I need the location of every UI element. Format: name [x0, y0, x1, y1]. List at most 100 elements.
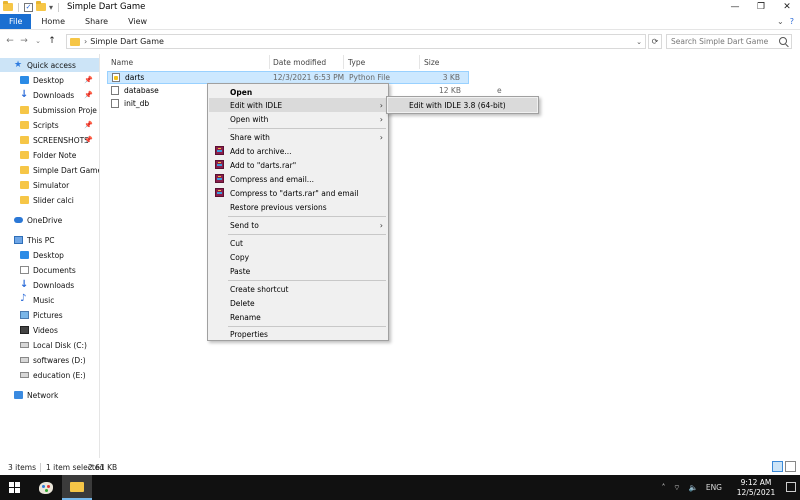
taskbar-app-file-explorer[interactable] — [62, 475, 92, 500]
menu-item-open-with[interactable]: Open with › — [209, 112, 388, 126]
column-divider[interactable] — [269, 55, 270, 69]
nav-network[interactable]: Network — [0, 388, 99, 402]
network-status-icon[interactable]: ⌔ — [673, 483, 680, 493]
menu-item-add-to-archive[interactable]: Add to archive... — [209, 144, 388, 158]
nav-item-submission-project[interactable]: Submission Proje — [0, 103, 99, 117]
nav-pc-downloads[interactable]: Downloads — [0, 278, 99, 292]
menu-item-compress-rar-and-email[interactable]: Compress to "darts.rar" and email — [209, 186, 388, 200]
menu-item-restore-previous-versions[interactable]: Restore previous versions — [209, 200, 388, 214]
menu-item-edit-with-idle[interactable]: Edit with IDLE › — [209, 98, 388, 112]
menu-label: Compress to "darts.rar" and email — [230, 188, 359, 198]
menu-item-properties[interactable]: Properties — [209, 327, 388, 341]
submenu-item-idle-3-8[interactable]: Edit with IDLE 3.8 (64-bit) — [388, 98, 537, 112]
clock-date: 12/5/2021 — [736, 487, 776, 497]
breadcrumb-chevron-icon[interactable]: › — [84, 37, 87, 46]
address-bar[interactable]: › Simple Dart Game ⌄ — [66, 34, 646, 49]
nav-item-desktop[interactable]: Desktop 📌 — [0, 73, 99, 87]
nav-this-pc[interactable]: This PC — [0, 233, 99, 247]
start-button[interactable] — [0, 475, 28, 500]
address-dropdown-icon[interactable]: ⌄ — [636, 38, 642, 46]
menu-label: Edit with IDLE — [230, 100, 283, 110]
minimize-button[interactable]: — — [722, 0, 748, 14]
new-folder-quick-icon[interactable] — [36, 1, 46, 11]
column-header-type[interactable]: Type — [348, 55, 365, 69]
nav-label: Folder Note — [33, 150, 77, 160]
menu-item-cut[interactable]: Cut — [209, 236, 388, 250]
nav-item-simulator[interactable]: Simulator — [0, 178, 99, 192]
column-header-date[interactable]: Date modified — [273, 55, 326, 69]
menu-item-share-with[interactable]: Share with › — [209, 130, 388, 144]
drive-icon — [20, 372, 29, 378]
forward-button[interactable]: → — [17, 36, 31, 46]
menu-item-rename[interactable]: Rename — [209, 310, 388, 324]
tab-file[interactable]: File — [0, 14, 32, 29]
maximize-button[interactable]: ❐ — [748, 0, 774, 14]
recent-locations-button[interactable]: ⌄ — [31, 37, 45, 45]
nav-item-scripts[interactable]: Scripts 📌 — [0, 118, 99, 132]
volume-icon[interactable]: 🔈 — [688, 483, 697, 492]
menu-item-open[interactable]: Open — [209, 85, 388, 99]
expand-ribbon-icon[interactable]: ⌄ — [777, 17, 784, 26]
notifications-icon[interactable] — [786, 482, 796, 492]
tab-view[interactable]: View — [118, 14, 157, 29]
tab-home[interactable]: Home — [31, 14, 75, 29]
close-button[interactable]: ✕ — [774, 0, 800, 14]
tab-share[interactable]: Share — [75, 14, 118, 29]
menu-item-compress-and-email[interactable]: Compress and email... — [209, 172, 388, 186]
column-header-size[interactable]: Size — [424, 55, 439, 69]
nav-pc-local-disk-c[interactable]: Local Disk (C:) — [0, 338, 99, 352]
nav-pc-softwares-d[interactable]: softwares (D:) — [0, 353, 99, 367]
nav-label: Downloads — [33, 90, 75, 100]
search-input[interactable]: Search Simple Dart Game — [666, 34, 792, 49]
menu-separator — [228, 280, 386, 281]
customize-quick-access-icon[interactable]: ▾ — [49, 3, 53, 12]
menu-item-add-to-darts-rar[interactable]: Add to "darts.rar" — [209, 158, 388, 172]
nav-item-screenshots[interactable]: SCREENSHOTS 📌 — [0, 133, 99, 147]
nav-pc-documents[interactable]: Documents — [0, 263, 99, 277]
large-icons-view-button[interactable] — [785, 461, 796, 472]
menu-label: Cut — [230, 238, 243, 248]
properties-quick-icon[interactable]: ✓ — [24, 2, 33, 12]
up-button[interactable]: ↑ — [45, 36, 59, 46]
nav-quick-access[interactable]: ★ Quick access — [0, 58, 99, 72]
show-hidden-icons-icon[interactable]: ˄ — [662, 483, 666, 492]
column-divider[interactable] — [343, 55, 344, 69]
menu-item-delete[interactable]: Delete — [209, 296, 388, 310]
language-indicator[interactable]: ENG — [706, 483, 722, 492]
nav-label: Downloads — [33, 280, 75, 290]
nav-pc-education-e[interactable]: education (E:) — [0, 368, 99, 382]
nav-label: Music — [33, 295, 55, 305]
nav-label: OneDrive — [27, 215, 63, 225]
nav-item-folder-note[interactable]: Folder Note — [0, 148, 99, 162]
details-view-button[interactable] — [772, 461, 783, 472]
nav-label: Submission Proje — [33, 105, 97, 115]
menu-item-create-shortcut[interactable]: Create shortcut — [209, 282, 388, 296]
nav-item-simple-dart-game[interactable]: Simple Dart Game — [0, 163, 99, 177]
downloads-icon — [20, 89, 29, 100]
refresh-button[interactable]: ⟳ — [648, 34, 662, 49]
winrar-icon — [215, 160, 224, 169]
nav-item-downloads[interactable]: Downloads 📌 — [0, 88, 99, 102]
winrar-icon — [215, 174, 224, 183]
nav-pc-music[interactable]: Music — [0, 293, 99, 307]
menu-item-send-to[interactable]: Send to › — [209, 218, 388, 232]
nav-label: Slider calci — [33, 195, 74, 205]
nav-pc-videos[interactable]: Videos — [0, 323, 99, 337]
nav-pc-pictures[interactable]: Pictures — [0, 308, 99, 322]
column-header-name[interactable]: Name — [111, 55, 133, 69]
nav-pc-desktop[interactable]: Desktop — [0, 248, 99, 262]
breadcrumb-simple-dart-game[interactable]: Simple Dart Game — [90, 37, 164, 46]
help-icon[interactable]: ? — [790, 17, 794, 26]
taskbar: ˄ ⌔ 🔈 ENG 9:12 AM 12/5/2021 — [0, 475, 800, 500]
clock[interactable]: 9:12 AM 12/5/2021 — [730, 478, 782, 498]
back-button[interactable]: ← — [3, 36, 17, 46]
system-tray: ˄ ⌔ 🔈 ENG 9:12 AM 12/5/2021 — [662, 475, 800, 500]
menu-item-copy[interactable]: Copy — [209, 250, 388, 264]
nav-item-slider-calci[interactable]: Slider calci — [0, 193, 99, 207]
search-icon — [779, 37, 787, 45]
menu-label: Add to "darts.rar" — [230, 160, 297, 170]
menu-item-paste[interactable]: Paste — [209, 264, 388, 278]
column-divider[interactable] — [419, 55, 420, 69]
taskbar-app-paint[interactable] — [32, 475, 60, 500]
nav-onedrive[interactable]: OneDrive — [0, 213, 99, 227]
